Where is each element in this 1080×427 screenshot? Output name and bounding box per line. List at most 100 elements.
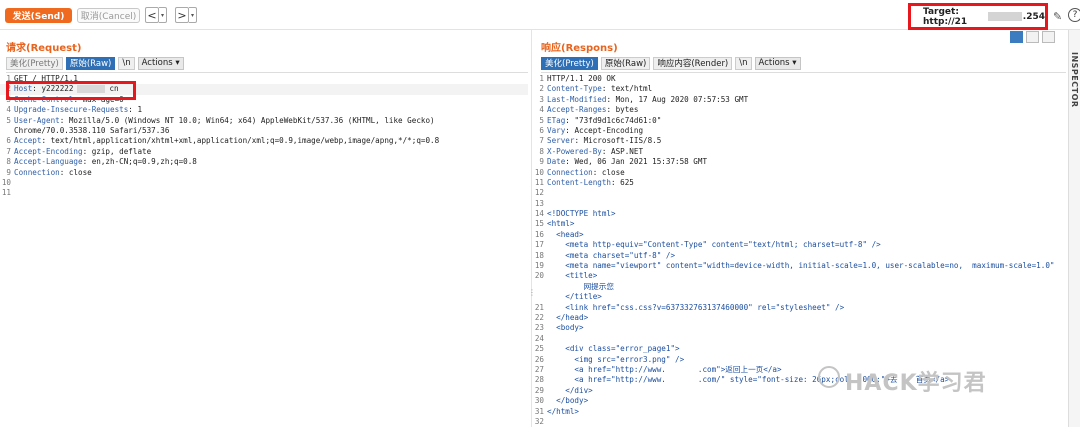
code-line: 7 Accept-Encoding: gzip, deflate [0, 147, 528, 157]
layout-split-icon[interactable] [1010, 31, 1023, 43]
code-line: 3 Last-Modified: Mon, 17 Aug 2020 07:57:5… [533, 95, 1067, 105]
html-source: <meta name="viewport" content="width=dev… [547, 261, 1055, 271]
code-line: 网提示您 [533, 282, 1067, 292]
send-button[interactable]: 发送(Send) [5, 8, 72, 23]
code-line: 4 Upgrade-Insecure-Requests: 1 [0, 105, 528, 115]
panel-splitter[interactable] [531, 30, 532, 427]
html-source: </html> [547, 406, 580, 416]
line-number: 24 [534, 333, 544, 343]
response-divider [541, 72, 1066, 73]
html-source: </head> [547, 312, 589, 322]
header-name: Accept-Encoding [14, 146, 83, 156]
header-value: : 625 [611, 177, 634, 187]
request-actions-menu[interactable]: Actions ▾ [137, 56, 184, 70]
line-number: 17 [534, 240, 544, 250]
code-line: 24 [533, 334, 1067, 344]
line-number: 8 [539, 146, 544, 156]
request-tab-raw[interactable]: 原始(Raw) [65, 56, 116, 70]
code-line: </title> [533, 292, 1067, 302]
toolbar: 发送(Send) 取消(Cancel) < ▾ > ▾ Target: http… [0, 0, 1080, 30]
back-button[interactable]: < [145, 7, 159, 23]
line-number: 22 [534, 312, 544, 322]
response-actions-menu[interactable]: Actions ▾ [754, 56, 801, 70]
header-value: : Microsoft-IIS/8.5 [574, 136, 662, 146]
code-line: 12 [533, 188, 1067, 198]
header-name: Content-Length [547, 177, 612, 187]
target-url-prefix: Target: http://21 [923, 6, 968, 27]
header-value: : Mon, 17 Aug 2020 07:57:53 GMT [606, 94, 749, 104]
header-value: : en,zh-CN;q=0.9,zh;q=0.8 [82, 157, 197, 167]
html-source: </title> [547, 292, 602, 302]
line-number: 11 [1, 188, 11, 198]
request-tab-pretty[interactable]: 美化(Pretty) [6, 56, 63, 70]
request-tabbar: 美化(Pretty) 原始(Raw) \n Actions ▾ [6, 56, 184, 70]
line-number: 18 [534, 250, 544, 260]
code-line: 4 Accept-Ranges: bytes [533, 105, 1067, 115]
code-line: 10 Connection: close [533, 168, 1067, 178]
header-name: Vary [547, 125, 566, 135]
header-value: : ASP.NET [601, 146, 644, 156]
line-number: 13 [534, 198, 544, 208]
line-number: 20 [534, 271, 544, 281]
header-value: : 1 [128, 105, 143, 115]
line-number: 6 [539, 125, 544, 135]
request-panel-title: 请求(Request) [6, 43, 82, 54]
html-source: <html> [547, 219, 575, 229]
code-line: 1 HTTP/1.1 200 OK [533, 74, 1067, 84]
layout-single-icon[interactable] [1042, 31, 1055, 43]
header-name: Server [547, 136, 575, 146]
html-source: <!DOCTYPE html> [547, 209, 616, 219]
help-icon[interactable]: ? [1068, 8, 1080, 22]
response-tab-newline[interactable]: \n [735, 56, 752, 70]
watermark-text: HACK学习君 [845, 371, 987, 396]
cancel-button[interactable]: 取消(Cancel) [77, 8, 140, 23]
line-number: 8 [6, 157, 11, 167]
header-value: : "73fd9d1c6c74d61:0" [565, 115, 662, 125]
code-line: 18 <meta charset="utf-8" /> [533, 251, 1067, 261]
target-url-suffix: .254 [1022, 11, 1045, 22]
line-number: 2 [539, 84, 544, 94]
forward-dropdown-icon[interactable]: ▾ [189, 7, 197, 23]
line-number: 7 [539, 136, 544, 146]
header-value: : text/html,application/xhtml+xml,applic… [41, 136, 440, 146]
code-line: 7 Server: Microsoft-IIS/8.5 [533, 136, 1067, 146]
html-source: </body> [547, 396, 589, 406]
forward-button[interactable]: > [175, 7, 189, 23]
header-name: Last-Modified [547, 94, 607, 104]
code-line: 23 <body> [533, 323, 1067, 333]
layout-horizontal-icon[interactable] [1026, 31, 1039, 43]
header-name: Connection [14, 167, 60, 177]
header-value: : Wed, 06 Jan 2021 15:37:58 GMT [565, 157, 708, 167]
host-highlight-box [6, 81, 136, 100]
line-number: 31 [534, 406, 544, 416]
line-number: 7 [6, 146, 11, 156]
code-line: 31 </html> [533, 407, 1067, 417]
edit-target-icon[interactable]: ✎ [1053, 10, 1065, 23]
code-line: 17 <meta http-equiv="Content-Type" conte… [533, 240, 1067, 250]
inspector-label: INSPECTOR [1070, 52, 1079, 108]
header-name: User-Agent [14, 115, 60, 125]
header-name: Connection [547, 167, 593, 177]
code-line: 9 Date: Wed, 06 Jan 2021 15:37:58 GMT [533, 157, 1067, 167]
line-number: 4 [539, 105, 544, 115]
response-tab-raw[interactable]: 原始(Raw) [600, 56, 651, 70]
html-source: <body> [547, 323, 584, 333]
target-display[interactable]: Target: http://21 .254 [908, 3, 1048, 30]
html-source: <title> [547, 271, 598, 281]
line-number: 6 [6, 136, 11, 146]
code-line: 5 ETag: "73fd9d1c6c74d61:0" [533, 116, 1067, 126]
request-tab-newline[interactable]: \n [118, 56, 135, 70]
line-number: 29 [534, 385, 544, 395]
code-line: 30 </body> [533, 396, 1067, 406]
line-number: 1 [539, 74, 544, 83]
html-source: <img src="error3.png" /> [547, 354, 685, 364]
line-number: 12 [534, 188, 544, 198]
code-line: 25 <div class="error_page1"> [533, 344, 1067, 354]
line-number: 10 [534, 167, 544, 177]
response-tab-render[interactable]: 响应内容(Render) [653, 56, 733, 70]
response-tab-pretty[interactable]: 美化(Pretty) [541, 56, 598, 70]
header-value: : bytes [606, 105, 639, 115]
line-number: 28 [534, 375, 544, 385]
back-dropdown-icon[interactable]: ▾ [159, 7, 167, 23]
line-number: 11 [534, 177, 544, 187]
